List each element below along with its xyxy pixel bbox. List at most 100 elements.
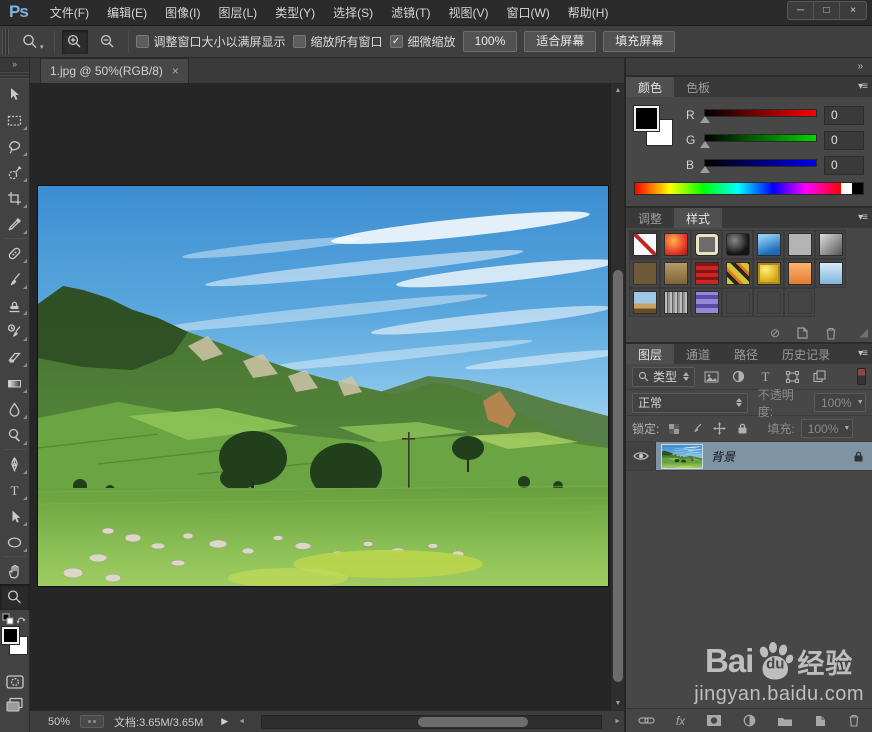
fit-screen-button[interactable]: 适合屏幕 bbox=[524, 30, 597, 53]
horizontal-scroll-thumb[interactable] bbox=[418, 716, 529, 727]
new-style-icon[interactable] bbox=[796, 327, 809, 339]
vertical-scrollbar[interactable]: ▲ ▼ bbox=[610, 84, 624, 710]
lock-transparency-icon[interactable] bbox=[665, 423, 682, 435]
tab-color[interactable]: 颜色 bbox=[626, 77, 675, 97]
menu-file[interactable]: 文件(F) bbox=[41, 0, 98, 25]
status-zoom-level[interactable]: 50% bbox=[48, 716, 70, 728]
style-swatch[interactable] bbox=[629, 259, 660, 288]
style-swatch[interactable] bbox=[660, 288, 691, 317]
menu-image[interactable]: 图像(I) bbox=[156, 0, 209, 25]
lock-pixels-icon[interactable] bbox=[688, 422, 705, 435]
layer-filter-type-dropdown[interactable]: 类型 bbox=[632, 366, 696, 387]
collapse-panels-icon[interactable]: » bbox=[857, 61, 863, 72]
screen-mode-button[interactable] bbox=[0, 693, 30, 715]
dodge-tool[interactable] bbox=[0, 422, 30, 448]
green-slider[interactable] bbox=[700, 131, 817, 149]
style-swatch[interactable] bbox=[784, 230, 815, 259]
document-tab[interactable]: 1.jpg @ 50%(RGB/8) × bbox=[40, 58, 189, 83]
resize-windows-checkbox[interactable] bbox=[135, 35, 149, 48]
style-swatch-empty[interactable] bbox=[753, 288, 784, 317]
menu-filter[interactable]: 滤镜(T) bbox=[382, 0, 439, 25]
layers-panel-menu-icon[interactable]: ▾≡ bbox=[858, 348, 868, 359]
style-swatch[interactable] bbox=[629, 288, 660, 317]
foreground-color-swatch[interactable] bbox=[0, 626, 20, 645]
style-swatch[interactable] bbox=[691, 230, 722, 259]
style-swatch[interactable] bbox=[691, 288, 722, 317]
style-swatch[interactable] bbox=[691, 259, 722, 288]
style-swatch[interactable] bbox=[784, 259, 815, 288]
options-grip[interactable] bbox=[2, 28, 9, 55]
opacity-dropdown[interactable]: 100% ▼ bbox=[814, 393, 866, 412]
vertical-scroll-thumb[interactable] bbox=[613, 270, 623, 682]
status-menu-arrow-icon[interactable]: ▶ bbox=[221, 716, 228, 727]
filter-adjustment-layers-icon[interactable] bbox=[728, 370, 749, 383]
layer-effects-icon[interactable]: fx bbox=[676, 714, 685, 728]
scroll-right-icon[interactable]: ► bbox=[614, 718, 621, 725]
hand-tool[interactable] bbox=[0, 558, 30, 584]
scroll-up-icon[interactable]: ▲ bbox=[611, 84, 624, 97]
canvas-area[interactable]: ▲ ▼ bbox=[30, 84, 624, 710]
zoom-tool[interactable] bbox=[0, 584, 30, 610]
clone-stamp-tool[interactable] bbox=[0, 292, 30, 318]
zoom-in-button[interactable] bbox=[61, 29, 88, 54]
menu-edit[interactable]: 编辑(E) bbox=[98, 0, 156, 25]
actual-pixels-button[interactable]: 100% bbox=[462, 30, 518, 53]
new-layer-icon[interactable] bbox=[814, 715, 827, 727]
styles-panel-menu-icon[interactable]: ▾≡ bbox=[858, 212, 868, 223]
blue-slider-thumb[interactable] bbox=[700, 166, 710, 173]
dock-collapse-bar[interactable]: » bbox=[626, 58, 872, 75]
eraser-tool[interactable] bbox=[0, 344, 30, 370]
style-swatch[interactable] bbox=[722, 230, 753, 259]
filter-smart-objects-icon[interactable] bbox=[809, 370, 830, 383]
tab-channels[interactable]: 通道 bbox=[674, 344, 722, 364]
green-value-field[interactable]: 0 bbox=[824, 130, 864, 150]
red-slider[interactable] bbox=[700, 106, 817, 124]
scrubby-zoom-checkbox[interactable]: ✓ bbox=[389, 35, 403, 48]
lock-position-icon[interactable] bbox=[711, 422, 728, 435]
quick-selection-tool[interactable] bbox=[0, 159, 30, 185]
clear-style-icon[interactable]: ⊘ bbox=[770, 326, 780, 340]
lock-all-icon[interactable] bbox=[734, 422, 751, 435]
layer-thumbnail[interactable] bbox=[661, 443, 703, 469]
style-swatch-none[interactable] bbox=[629, 230, 660, 259]
delete-layer-icon[interactable] bbox=[848, 714, 860, 727]
spot-healing-brush-tool[interactable] bbox=[0, 240, 30, 266]
style-swatch[interactable] bbox=[753, 259, 784, 288]
style-swatch[interactable] bbox=[660, 230, 691, 259]
pen-tool[interactable] bbox=[0, 451, 30, 477]
color-panel-menu-icon[interactable]: ▾≡ bbox=[858, 81, 868, 92]
style-swatch-empty[interactable] bbox=[784, 288, 815, 317]
link-layers-icon[interactable] bbox=[638, 716, 655, 725]
horizontal-scrollbar[interactable] bbox=[261, 714, 603, 729]
menu-layer[interactable]: 图层(L) bbox=[209, 0, 266, 25]
tab-adjustments[interactable]: 调整 bbox=[626, 208, 674, 228]
new-group-icon[interactable] bbox=[777, 715, 793, 727]
blend-mode-dropdown[interactable]: 正常 bbox=[632, 392, 748, 413]
status-icon[interactable] bbox=[80, 715, 105, 728]
brush-tool[interactable] bbox=[0, 266, 30, 292]
history-brush-tool[interactable] bbox=[0, 318, 30, 344]
close-button[interactable]: × bbox=[840, 2, 866, 19]
blue-slider[interactable] bbox=[700, 156, 817, 174]
zoom-out-button[interactable] bbox=[95, 30, 121, 54]
layer-name[interactable]: 背景 bbox=[711, 448, 844, 465]
toolbar-collapse-button[interactable]: » bbox=[0, 58, 29, 71]
style-swatch[interactable] bbox=[815, 259, 846, 288]
layer-filter-toggle[interactable] bbox=[857, 368, 866, 385]
type-tool[interactable]: T bbox=[0, 477, 30, 503]
tab-history[interactable]: 历史记录 bbox=[770, 344, 842, 364]
color-spectrum-bar[interactable] bbox=[634, 182, 864, 195]
current-tool-zoom[interactable]: ▾ bbox=[18, 31, 47, 53]
menu-window[interactable]: 窗口(W) bbox=[497, 0, 558, 25]
minimize-button[interactable]: ─ bbox=[788, 2, 814, 19]
style-swatch[interactable] bbox=[722, 259, 753, 288]
add-layer-mask-icon[interactable] bbox=[706, 714, 722, 727]
zoom-all-windows-checkbox[interactable] bbox=[292, 35, 306, 48]
document-image[interactable] bbox=[38, 186, 608, 586]
style-swatch[interactable] bbox=[753, 230, 784, 259]
marquee-tool[interactable] bbox=[0, 107, 30, 133]
toolbar-grip[interactable] bbox=[0, 71, 29, 79]
tab-layers[interactable]: 图层 bbox=[626, 344, 675, 364]
filter-pixel-layers-icon[interactable] bbox=[701, 371, 722, 383]
style-swatch-empty[interactable] bbox=[722, 288, 753, 317]
